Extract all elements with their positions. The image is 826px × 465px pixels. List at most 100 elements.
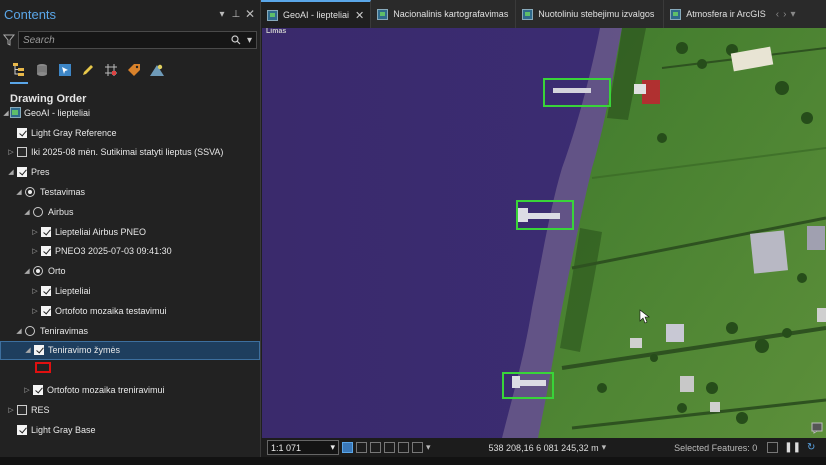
list-by-labeling-icon[interactable] (125, 61, 143, 79)
building (710, 402, 720, 412)
tree-row-layer[interactable]: Light Gray Reference (0, 123, 260, 143)
snapping-tool-icon[interactable] (370, 442, 381, 453)
collapse-arrow-icon[interactable]: ◢ (15, 188, 23, 196)
visibility-checkbox[interactable] (41, 246, 51, 257)
table-view-icon[interactable] (767, 442, 779, 453)
collapse-arrow-icon[interactable]: ◢ (23, 267, 31, 275)
map-view[interactable]: Limas (262, 28, 826, 438)
layer-label: Iki 2025-08 mėn. Sutikimai statyti liept… (31, 147, 224, 158)
layer-label: Pres (31, 167, 50, 178)
pause-drawing-icon[interactable] (398, 442, 409, 453)
selected-features-count[interactable]: Selected Features: 0 (674, 443, 757, 453)
list-by-perspective-imagery-icon[interactable] (148, 61, 166, 79)
symbol-swatch-red-outline[interactable] (35, 362, 51, 373)
tree-row-layer[interactable]: ▷ Ortofoto mozaika treniravimui (0, 380, 260, 400)
list-by-snapping-icon[interactable] (102, 61, 120, 79)
tree-row-group[interactable]: ▷ RES (0, 400, 260, 420)
tree-row-layer-selected[interactable]: ◢ Teniravimo žymės (0, 340, 260, 361)
tree-row-layer[interactable]: ▷ Iki 2025-08 mėn. Sutikimai statyti lie… (0, 143, 260, 163)
map-corner-label: Limas (266, 28, 287, 35)
list-by-editing-icon[interactable] (79, 61, 97, 79)
visibility-checkbox[interactable] (33, 385, 43, 396)
visibility-checkbox[interactable] (17, 167, 27, 178)
pin-icon[interactable]: ⊥ (230, 9, 242, 20)
layer-label: Liepteliai (55, 286, 91, 297)
tree-row-layer[interactable]: ▷ PNEO3 2025-07-03 09:41:30 (0, 242, 260, 262)
building (750, 230, 788, 274)
search-input[interactable] (22, 34, 227, 46)
close-icon[interactable]: ✕ (244, 7, 256, 21)
tree-row-group[interactable]: ◢ Pres (0, 162, 260, 182)
visibility-checkbox[interactable] (41, 286, 51, 297)
bottom-strip (0, 457, 826, 465)
map-tab-bar: GeoAI - liepteliai ✕ Nacionalinis kartog… (261, 0, 826, 28)
visibility-checkbox[interactable] (34, 345, 44, 356)
expand-arrow-icon[interactable]: ▷ (7, 406, 15, 414)
collapse-arrow-icon[interactable]: ◢ (23, 208, 31, 216)
expand-arrow-icon[interactable]: ▷ (31, 247, 39, 255)
collapse-arrow-icon[interactable]: ◢ (24, 346, 32, 354)
pause-icon[interactable]: ❚❚ (784, 442, 801, 453)
tab-scroll-right-icon[interactable]: › (783, 9, 786, 20)
expand-arrow-icon[interactable]: ▷ (31, 307, 39, 315)
filter-icon[interactable] (3, 34, 15, 46)
visibility-checkbox[interactable] (17, 127, 27, 138)
chevron-down-icon: ▾ (330, 442, 335, 452)
list-by-drawing-order-icon[interactable] (10, 61, 28, 84)
visibility-checkbox[interactable] (17, 147, 27, 158)
expand-arrow-icon[interactable]: ▷ (7, 148, 15, 156)
visibility-checkbox[interactable] (17, 424, 27, 435)
expand-arrow-icon[interactable]: ▷ (31, 287, 39, 295)
arcgis-pro-window: Contents ▾ ⊥ ✕ ▾ (0, 0, 826, 465)
tab-scroll-left-icon[interactable]: ‹ (776, 9, 779, 20)
tree-row-group[interactable]: ◢ Teniravimas (0, 321, 260, 341)
expand-arrow-icon[interactable]: ▷ (23, 386, 31, 394)
notification-icon[interactable] (811, 422, 823, 434)
tab-nacionalinis-kartografavimas[interactable]: Nacionalinis kartografavimas (371, 0, 517, 28)
search-options-chevron-icon[interactable]: ▾ (247, 35, 252, 46)
list-by-selection-icon[interactable] (56, 61, 74, 79)
tab-list-chevron-icon[interactable]: ▾ (790, 9, 795, 20)
visibility-radio[interactable] (25, 325, 35, 336)
building (634, 84, 646, 94)
visibility-checkbox[interactable] (41, 305, 51, 316)
refresh-icon[interactable] (412, 442, 423, 453)
tree-row-group[interactable]: ◢ Airbus (0, 202, 260, 222)
tab-geoai-liepteliai[interactable]: GeoAI - liepteliai ✕ (261, 0, 372, 28)
tab-atmosfera-ir-arcgis[interactable]: Atmosfera ir ArcGIS (664, 0, 772, 28)
collapse-arrow-icon[interactable]: ◢ (7, 168, 15, 176)
navigation-tool-icon[interactable] (342, 442, 353, 453)
list-by-data-source-icon[interactable] (33, 61, 51, 79)
layer-label: Airbus (48, 206, 74, 217)
tree-row-map[interactable]: ◢ GeoAI - liepteliai (0, 103, 260, 123)
collapse-arrow-icon[interactable]: ◢ (15, 327, 23, 335)
building (680, 376, 694, 392)
map-icon (377, 8, 389, 20)
visibility-radio[interactable] (33, 206, 43, 217)
scale-selector[interactable]: 1:1 071 ▾ (267, 440, 339, 455)
tree-row-group[interactable]: ◢ Orto (0, 261, 260, 281)
layer-label: Teniravimas (40, 325, 89, 336)
tree-row-layer[interactable]: ▷ Liepteliai Airbus PNEO (0, 222, 260, 242)
tab-nuotoliniu-stebejimu[interactable]: Nuotoliniu stebejimu izvalgos (516, 0, 665, 28)
building (817, 308, 826, 322)
refresh-icon[interactable]: ↻ (807, 442, 815, 453)
tree-row-group[interactable]: ◢ Testavimas (0, 182, 260, 202)
pane-options-chevron-icon[interactable]: ▾ (216, 9, 228, 20)
visibility-checkbox[interactable] (41, 226, 51, 237)
tree-row-layer[interactable]: ▷ Liepteliai (0, 281, 260, 301)
layer-label: Ortofoto mozaika treniravimui (47, 385, 165, 396)
tree-row-layer[interactable]: ▷ Ortofoto mozaika testavimui (0, 301, 260, 321)
expand-arrow-icon[interactable]: ▷ (31, 228, 39, 236)
collapse-arrow-icon[interactable]: ◢ (2, 109, 10, 117)
chevron-down-icon[interactable]: ▾ (602, 442, 607, 453)
chevron-down-icon[interactable]: ▾ (426, 442, 431, 453)
visibility-radio[interactable] (33, 266, 43, 277)
visibility-checkbox[interactable] (17, 404, 27, 415)
grid-tool-icon[interactable] (356, 442, 367, 453)
tree-row-layer[interactable]: Light Gray Base (0, 420, 260, 440)
visibility-radio[interactable] (25, 187, 35, 198)
measure-tool-icon[interactable] (384, 442, 395, 453)
search-icon[interactable] (231, 35, 241, 45)
close-icon[interactable]: ✕ (355, 9, 364, 22)
